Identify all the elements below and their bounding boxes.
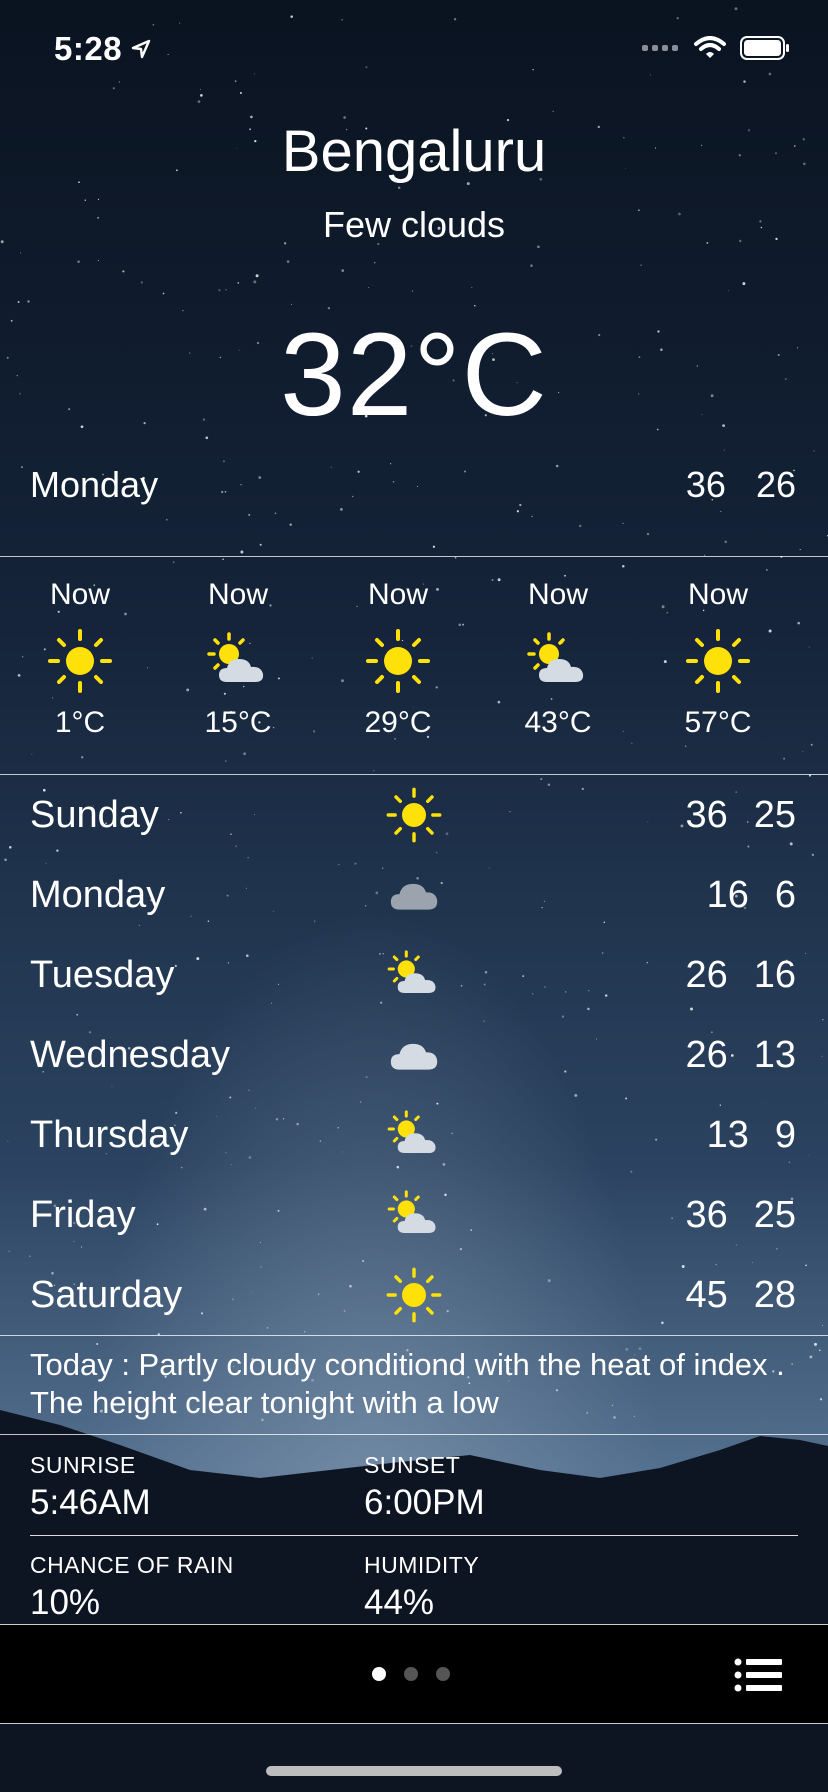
hour-label: Now [367,578,428,611]
today-summary-row: Monday 36 26 [30,464,796,508]
today-description: Today : Partly cloudy conditiond with th… [30,1347,785,1420]
today-high: 36 [685,464,726,505]
current-temperature: 32°C [280,309,548,441]
hourly-item: Now 57°C [638,556,798,740]
partly-cloudy-icon [384,1185,444,1245]
day-name: Saturday [30,1273,183,1316]
day-low: 6 [774,873,796,916]
day-name: Monday [30,873,166,916]
rain-chance-detail: CHANCE OF RAIN 10% [30,1552,234,1623]
day-low: 13 [753,1033,796,1076]
page-dot-active[interactable] [372,1667,386,1681]
sunset-detail: SUNSET 6:00PM [364,1452,485,1523]
city-name: Bengaluru [281,119,547,184]
rain-chance-label: CHANCE OF RAIN [30,1552,234,1578]
sun-icon [363,626,433,696]
day-name: Tuesday [30,953,175,996]
day-low: 28 [753,1273,796,1316]
divider [30,1535,798,1536]
location-arrow-icon [131,39,151,59]
list-icon[interactable] [734,1658,782,1692]
day-high: 16 [706,873,749,916]
daily-row: Friday 36 25 [30,1175,796,1255]
sun-icon [45,626,115,696]
day-low: 9 [774,1113,796,1156]
hour-temp: 57°C [684,706,752,739]
hourly-item: Now 43°C [478,556,638,740]
status-indicators [642,36,790,60]
rain-chance-value: 10% [30,1583,101,1622]
page-dot[interactable] [404,1667,418,1681]
status-time: 5:28 [54,30,152,68]
today-low: 26 [755,464,796,505]
hour-temp: 43°C [524,706,592,739]
page-indicator[interactable] [372,1667,450,1681]
day-low: 16 [753,953,796,996]
sun-icon [384,785,444,845]
cloud-icon [384,865,444,925]
home-indicator[interactable] [266,1766,562,1776]
cloud-icon [384,1025,444,1085]
daily-row: Thursday 13 9 [30,1095,796,1175]
day-high: 13 [706,1113,749,1156]
hour-label: Now [687,578,748,611]
page-dot[interactable] [436,1667,450,1681]
day-high: 26 [685,1033,728,1076]
hour-temp: 1°C [54,706,106,739]
wifi-icon [694,36,726,58]
hourly-forecast[interactable]: Now 1°C Now 15°C Now 29°C Now 43°C Now 5… [0,556,828,756]
hourly-item: Now 1°C [0,556,160,740]
signal-icon [642,45,678,51]
hour-label: Now [207,578,268,611]
today-high-low: 36 26 [656,464,796,508]
weather-condition: Few clouds [322,204,506,245]
day-low: 25 [753,1193,796,1236]
daily-row: Saturday 45 28 [30,1255,796,1335]
day-high: 45 [685,1273,728,1316]
partly-cloudy-icon [384,1105,444,1165]
hourly-item: Now 15°C [158,556,318,740]
daily-row: Tuesday 26 16 [30,935,796,1015]
sun-icon [683,626,753,696]
divider [0,1335,828,1336]
day-name: Friday [30,1193,136,1236]
hour-temp: 15°C [204,706,272,739]
partly-cloudy-icon [523,626,593,696]
sunrise-detail: SUNRISE 5:46AM [30,1452,151,1523]
today-day: Monday [30,464,159,505]
daily-row: Wednesday 26 13 [30,1015,796,1095]
daily-row: Sunday 36 25 [30,775,796,855]
hour-temp: 29°C [364,706,432,739]
sunset-label: SUNSET [364,1452,461,1478]
daily-row: Monday 16 6 [30,855,796,935]
divider [0,1434,828,1435]
partly-cloudy-icon [203,626,273,696]
hourly-item: Now 29°C [318,556,478,740]
day-name: Sunday [30,793,159,836]
hour-label: Now [527,578,588,611]
sunrise-value: 5:46AM [30,1483,151,1522]
day-low: 25 [753,793,796,836]
battery-icon [740,36,789,60]
sunset-value: 6:00PM [364,1483,485,1522]
day-name: Wednesday [30,1033,230,1076]
day-high: 26 [685,953,728,996]
humidity-value: 44% [364,1583,435,1622]
hour-label: Now [49,578,110,611]
sun-icon [384,1265,444,1325]
humidity-detail: HUMIDITY 44% [364,1552,479,1623]
partly-cloudy-icon [384,945,444,1005]
sunrise-label: SUNRISE [30,1452,136,1478]
day-name: Thursday [30,1113,189,1156]
day-high: 36 [685,1193,728,1236]
bottom-toolbar [0,1624,828,1724]
humidity-label: HUMIDITY [364,1552,480,1578]
day-high: 36 [685,793,728,836]
